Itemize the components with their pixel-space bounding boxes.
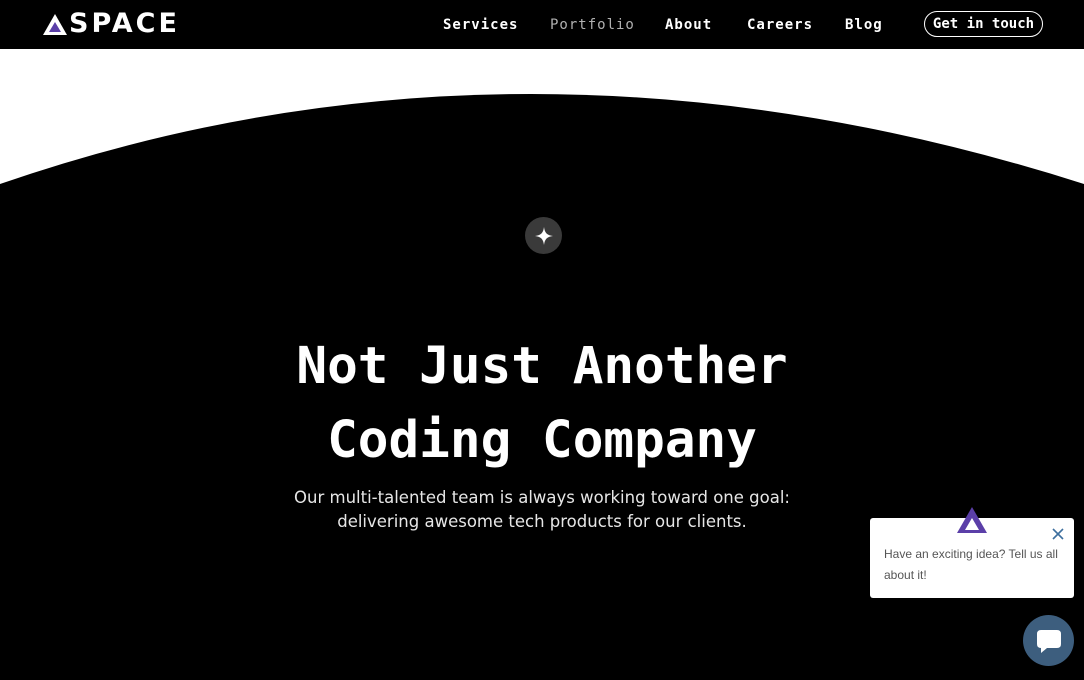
chat-popup[interactable]: Have an exciting idea? Tell us all about… (870, 507, 1074, 598)
chat-message: Have an exciting idea? Tell us all about… (884, 547, 1058, 582)
nav-careers[interactable]: Careers (747, 16, 813, 34)
brand-name: SPACE (69, 8, 180, 39)
hero-title-line-1: Not Just Another (296, 337, 788, 396)
get-in-touch-button[interactable]: Get in touch (924, 11, 1043, 37)
nav-blog[interactable]: Blog (845, 16, 883, 34)
top-navbar: SPACE Services Portfolio About Careers B… (0, 0, 1084, 49)
hero-subtitle-line-1: Our multi-talented team is always workin… (294, 488, 790, 507)
open-chat-button[interactable] (1023, 615, 1074, 666)
hero-badge (525, 217, 562, 254)
sparkle-icon (534, 226, 553, 245)
nav-about[interactable]: About (665, 16, 712, 34)
hero-subtitle-line-2: delivering awesome tech products for our… (337, 512, 747, 531)
nav-portfolio[interactable]: Portfolio (550, 16, 635, 34)
nav-services[interactable]: Services (443, 16, 518, 34)
chat-bubble-icon (1036, 629, 1061, 653)
chat-brand-logo-icon (957, 507, 987, 533)
logo-triangle-icon (43, 14, 67, 35)
hero-title: Not Just Another Coding Company (200, 330, 884, 478)
hero-title-line-2: Coding Company (327, 411, 757, 470)
brand-logo[interactable]: SPACE (42, 10, 180, 38)
close-icon[interactable] (1051, 527, 1065, 541)
hero-subtitle: Our multi-talented team is always workin… (290, 486, 794, 534)
